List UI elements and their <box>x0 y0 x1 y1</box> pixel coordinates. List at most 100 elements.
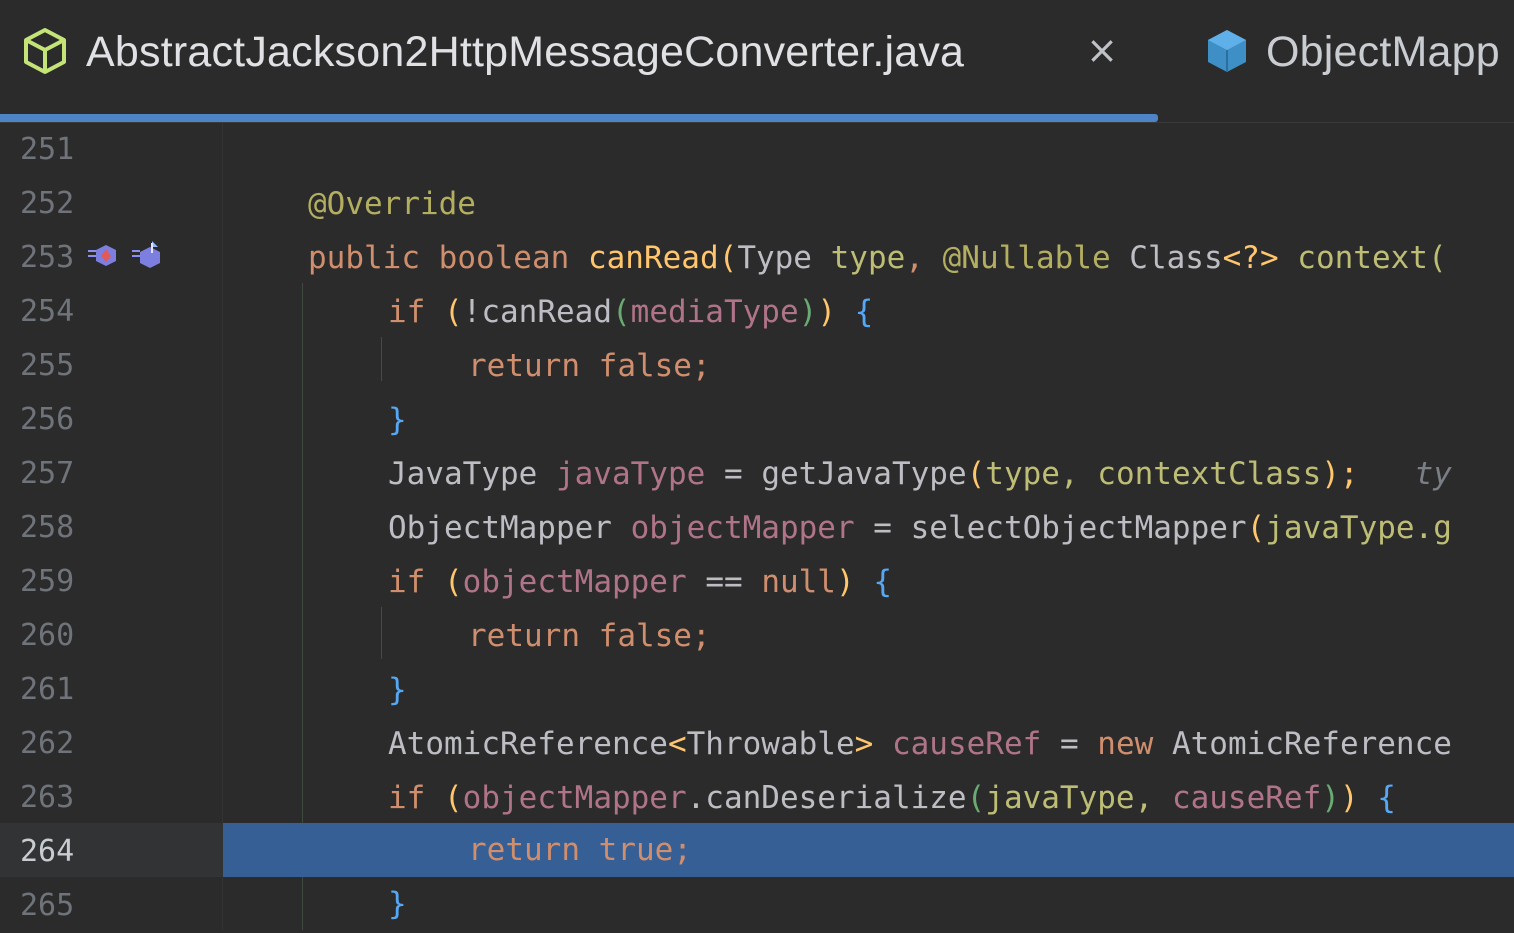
generic: > <box>854 726 874 762</box>
brace: { <box>854 294 874 330</box>
parameter: context( <box>1297 240 1447 276</box>
tab-abstract-jackson2-converter[interactable]: AbstractJackson2HttpMessageConverter.jav… <box>0 0 1158 122</box>
method-name: canRead <box>587 240 719 276</box>
code-line-265[interactable]: } <box>223 877 1514 930</box>
paren: ) <box>1321 780 1340 816</box>
local-variable: causeRef <box>891 726 1042 762</box>
code-line-263[interactable]: if (objectMapper.canDeserialize(javaType… <box>223 771 1514 825</box>
code-line-255[interactable]: return false; <box>223 339 1514 393</box>
keyword: return <box>468 832 580 868</box>
operator: == <box>705 564 743 600</box>
type-name: Type <box>737 240 812 276</box>
line-number: 252 <box>20 186 75 221</box>
code-line-253[interactable]: public boolean canRead(Type type, @Nulla… <box>223 231 1514 285</box>
type-name: AtomicReference <box>388 726 668 762</box>
keyword: return <box>468 618 580 654</box>
line-number: 255 <box>20 348 75 383</box>
paren: ( <box>718 240 738 276</box>
line-number: 262 <box>20 726 75 761</box>
parameter: type <box>830 240 906 276</box>
line-number: 253 <box>20 240 75 275</box>
tab-object-mapper[interactable]: ObjectMapp <box>1170 0 1514 122</box>
operator: = <box>1059 726 1079 762</box>
line-number: 263 <box>20 780 75 815</box>
brace: { <box>873 564 892 600</box>
line-number: 254 <box>20 294 75 329</box>
tab-label: AbstractJackson2HttpMessageConverter.jav… <box>86 28 965 76</box>
line-number: 257 <box>20 456 75 491</box>
local-variable: objectMapper <box>462 564 687 600</box>
keyword: if <box>388 564 426 600</box>
brace: } <box>388 672 407 708</box>
code-editor[interactable]: 251 252 253 254 255 256 257 258 259 260 … <box>0 123 1514 930</box>
implemented-method-icon[interactable] <box>86 239 120 273</box>
line-number-gutter[interactable]: 251 252 253 254 255 256 257 258 259 260 … <box>0 123 223 930</box>
paren: ( <box>444 294 463 330</box>
method-call: getJavaType <box>761 456 967 492</box>
local-variable: javaType <box>555 456 706 492</box>
keyword: false; <box>598 348 711 384</box>
paren: ( <box>966 456 986 492</box>
local-variable: objectMapper <box>630 510 855 546</box>
line-number: 261 <box>20 672 75 707</box>
code-line-261[interactable]: } <box>223 663 1514 717</box>
inlay-hint: ty <box>1414 456 1452 492</box>
code-line-262[interactable]: AtomicReference<Throwable> causeRef = ne… <box>223 717 1514 771</box>
paren: ( <box>966 780 986 816</box>
argument: javaType.g <box>1265 510 1452 546</box>
code-line-258[interactable]: ObjectMapper objectMapper = selectObject… <box>223 501 1514 555</box>
type-name: JavaType <box>388 456 538 492</box>
paren: ) <box>798 294 818 330</box>
code-content[interactable]: @Override public boolean canRead(Type ty… <box>223 123 1514 930</box>
line-number: 258 <box>20 510 75 545</box>
type-name: ObjectMapper <box>388 510 612 546</box>
paren: ( <box>444 780 463 816</box>
paren: ) <box>835 564 855 600</box>
local-variable: objectMapper <box>462 780 687 816</box>
keyword: public <box>308 240 420 276</box>
paren: ( <box>1246 510 1266 546</box>
code-line-260[interactable]: return false; <box>223 609 1514 663</box>
tab-label: ObjectMapp <box>1266 28 1500 76</box>
comma: , <box>905 240 924 276</box>
argument: javaType, <box>985 780 1154 816</box>
java-class-outline-icon <box>24 28 66 74</box>
code-line-259[interactable]: if (objectMapper == null) { <box>223 555 1514 609</box>
editor-tab-bar: AbstractJackson2HttpMessageConverter.jav… <box>0 0 1514 123</box>
paren: ( <box>444 564 463 600</box>
operator: = <box>723 456 743 492</box>
overridden-method-icon[interactable] <box>130 239 164 273</box>
annotation: @Nullable <box>942 240 1111 276</box>
keyword: return <box>468 348 580 384</box>
line-number: 259 <box>20 564 75 599</box>
annotation: @Override <box>308 186 476 222</box>
line-number: 265 <box>20 888 75 923</box>
method-call: .canDeserialize <box>686 780 967 816</box>
line-number: 256 <box>20 402 75 437</box>
keyword: false; <box>598 618 711 654</box>
keyword: null <box>761 564 836 600</box>
keyword: true; <box>598 832 692 868</box>
brace: { <box>1377 780 1396 816</box>
code-line-256[interactable]: } <box>223 393 1514 447</box>
type-name: Throwable <box>686 726 855 762</box>
close-icon[interactable]: × <box>1084 30 1120 70</box>
paren: ); <box>1321 456 1359 492</box>
keyword: if <box>388 294 426 330</box>
java-class-filled-icon <box>1208 30 1246 72</box>
code-line-252[interactable]: @Override <box>223 177 1514 231</box>
line-number: 251 <box>20 132 75 167</box>
generic: <?> <box>1222 240 1279 276</box>
code-line-264-selected[interactable]: return true; <box>223 823 1514 877</box>
paren: ) <box>817 294 836 330</box>
brace: } <box>388 402 407 438</box>
code-line-257[interactable]: JavaType javaType = getJavaType(type, co… <box>223 447 1514 501</box>
code-line-254[interactable]: if (!canRead(mediaType)) { <box>223 285 1514 339</box>
argument: causeRef <box>1171 780 1322 816</box>
argument: contextClass <box>1097 456 1322 492</box>
argument: type, <box>985 456 1079 492</box>
active-tab-indicator <box>0 114 1158 122</box>
paren: ) <box>1339 780 1359 816</box>
type-name: Class <box>1129 240 1223 276</box>
method-call: selectObjectMapper <box>910 510 1247 546</box>
